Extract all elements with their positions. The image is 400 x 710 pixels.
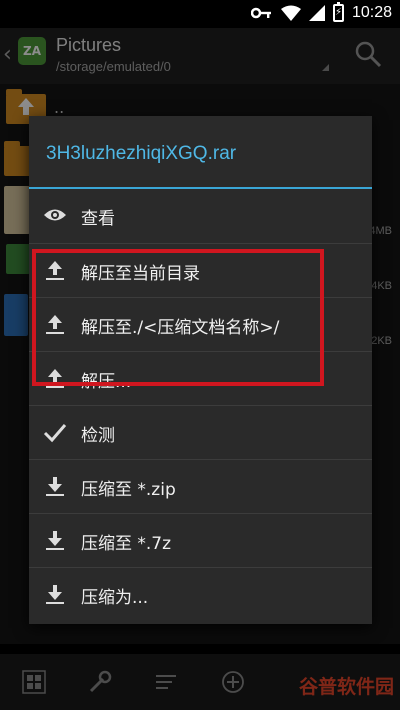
compress-icon — [46, 477, 64, 496]
battery-icon: ⚡ — [332, 2, 344, 22]
menu-item-label: 压缩为... — [81, 588, 149, 608]
wifi-icon — [280, 5, 301, 21]
highlight-box — [32, 249, 324, 386]
menu-item-view[interactable]: 查看 — [29, 189, 372, 243]
check-icon — [43, 424, 67, 443]
menu-item-test[interactable]: 检测 — [29, 406, 372, 460]
menu-item-label: 压缩至 *.zip — [81, 480, 176, 500]
dialog-title: 3H3luzhezhiqiXGQ.rar — [46, 143, 237, 164]
menu-item-label: 查看 — [81, 209, 115, 229]
key-icon — [250, 7, 271, 19]
menu-item-compress-as[interactable]: 压缩为... — [29, 568, 372, 622]
eye-icon — [44, 209, 66, 221]
compress-icon — [46, 585, 64, 604]
menu-item-label: 检测 — [81, 426, 115, 446]
menu-item-compress-7z[interactable]: 压缩至 *.7z — [29, 514, 372, 568]
signal-icon — [308, 5, 325, 21]
menu-item-compress-zip[interactable]: 压缩至 *.zip — [29, 460, 372, 514]
status-bar: ⚡ 10:28 — [0, 0, 400, 28]
menu-item-label: 压缩至 *.7z — [81, 534, 172, 554]
status-icons: ⚡ 10:28 — [250, 2, 392, 22]
status-time: 10:28 — [351, 4, 392, 21]
compress-icon — [46, 531, 64, 550]
